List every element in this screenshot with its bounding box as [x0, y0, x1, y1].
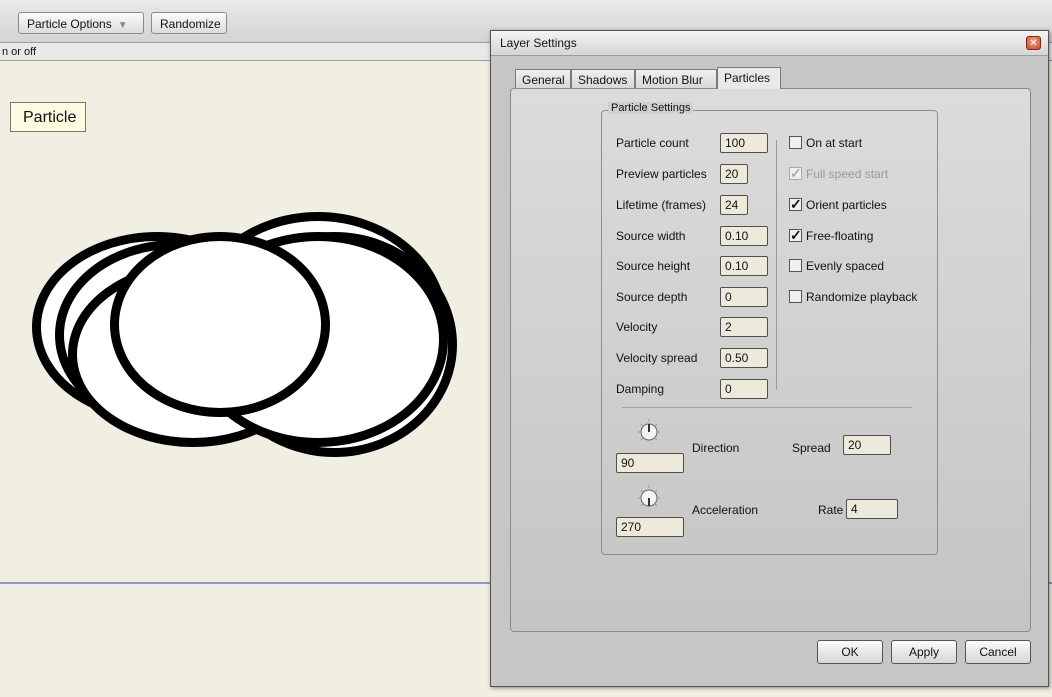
lifetime-field[interactable]: 24: [720, 195, 748, 215]
source-depth-field[interactable]: 0: [720, 287, 768, 307]
randomize-playback-label[interactable]: Randomize playback: [806, 290, 917, 304]
full-speed-start-label: Full speed start: [806, 167, 889, 181]
spread-label: Spread: [792, 441, 831, 455]
dialog-title: Layer Settings: [500, 36, 577, 50]
free-floating-checkbox[interactable]: ✓: [789, 228, 802, 242]
randomize-playback-checkbox[interactable]: [789, 290, 802, 303]
close-icon[interactable]: ✕: [1026, 36, 1041, 50]
evenly-spaced-checkbox[interactable]: [789, 259, 802, 272]
separator: [776, 140, 777, 390]
tab-particles[interactable]: Particles: [717, 67, 781, 89]
direction-label: Direction: [692, 441, 740, 455]
spread-field[interactable]: 20: [843, 435, 891, 455]
layer-settings-dialog: Layer Settings ✕ General Shadows Motion …: [490, 30, 1049, 687]
particle-options-dropdown[interactable]: Particle Options ▼: [18, 12, 144, 34]
chevron-down-icon: ▼: [117, 20, 128, 31]
full-speed-start-checkbox[interactable]: ✓: [789, 166, 802, 180]
tab-shadows[interactable]: Shadows: [571, 69, 635, 89]
free-floating-label[interactable]: Free-floating: [806, 229, 873, 243]
rate-label: Rate: [818, 503, 844, 517]
velocity-label: Velocity: [616, 320, 658, 334]
preview-particles-label: Preview particles: [616, 167, 707, 181]
velocity-spread-field[interactable]: 0.50: [720, 348, 768, 368]
velocity-field[interactable]: 2: [720, 317, 768, 337]
particle-count-label: Particle count: [616, 136, 689, 150]
on-at-start-checkbox[interactable]: [789, 136, 802, 149]
tab-general[interactable]: General: [515, 69, 571, 89]
dialog-titlebar[interactable]: Layer Settings ✕: [491, 31, 1048, 56]
evenly-spaced-label[interactable]: Evenly spaced: [806, 259, 884, 273]
randomize-button[interactable]: Randomize: [151, 12, 227, 34]
damping-field[interactable]: 0: [720, 379, 768, 399]
preview-particles-field[interactable]: 20: [720, 164, 748, 184]
on-at-start-label[interactable]: On at start: [806, 136, 862, 150]
particle-options-label: Particle Options: [27, 17, 112, 31]
acceleration-knob-icon[interactable]: [636, 484, 662, 510]
source-width-field[interactable]: 0.10: [720, 226, 768, 246]
particle-shape: [110, 232, 330, 417]
apply-button[interactable]: Apply: [891, 640, 957, 664]
ok-button[interactable]: OK: [817, 640, 883, 664]
velocity-spread-label: Velocity spread: [616, 351, 698, 365]
particle-count-field[interactable]: 100: [720, 133, 768, 153]
separator: [622, 407, 912, 408]
cancel-button[interactable]: Cancel: [965, 640, 1031, 664]
source-depth-label: Source depth: [616, 290, 688, 304]
damping-label: Damping: [616, 382, 665, 396]
particle-tooltip: Particle: [10, 102, 86, 132]
acceleration-label: Acceleration: [692, 503, 759, 517]
group-title: Particle Settings: [608, 102, 694, 114]
direction-field[interactable]: 90: [616, 453, 684, 473]
source-height-field[interactable]: 0.10: [720, 256, 768, 276]
orient-particles-checkbox[interactable]: ✓: [789, 197, 802, 211]
rate-field[interactable]: 4: [846, 499, 898, 519]
orient-particles-label[interactable]: Orient particles: [806, 198, 887, 212]
lifetime-label: Lifetime (frames): [616, 198, 707, 212]
source-width-label: Source width: [616, 229, 686, 243]
tab-motion-blur[interactable]: Motion Blur: [635, 69, 717, 89]
acceleration-field[interactable]: 270: [616, 517, 684, 537]
direction-knob-icon[interactable]: [636, 418, 662, 444]
source-height-label: Source height: [616, 259, 691, 273]
